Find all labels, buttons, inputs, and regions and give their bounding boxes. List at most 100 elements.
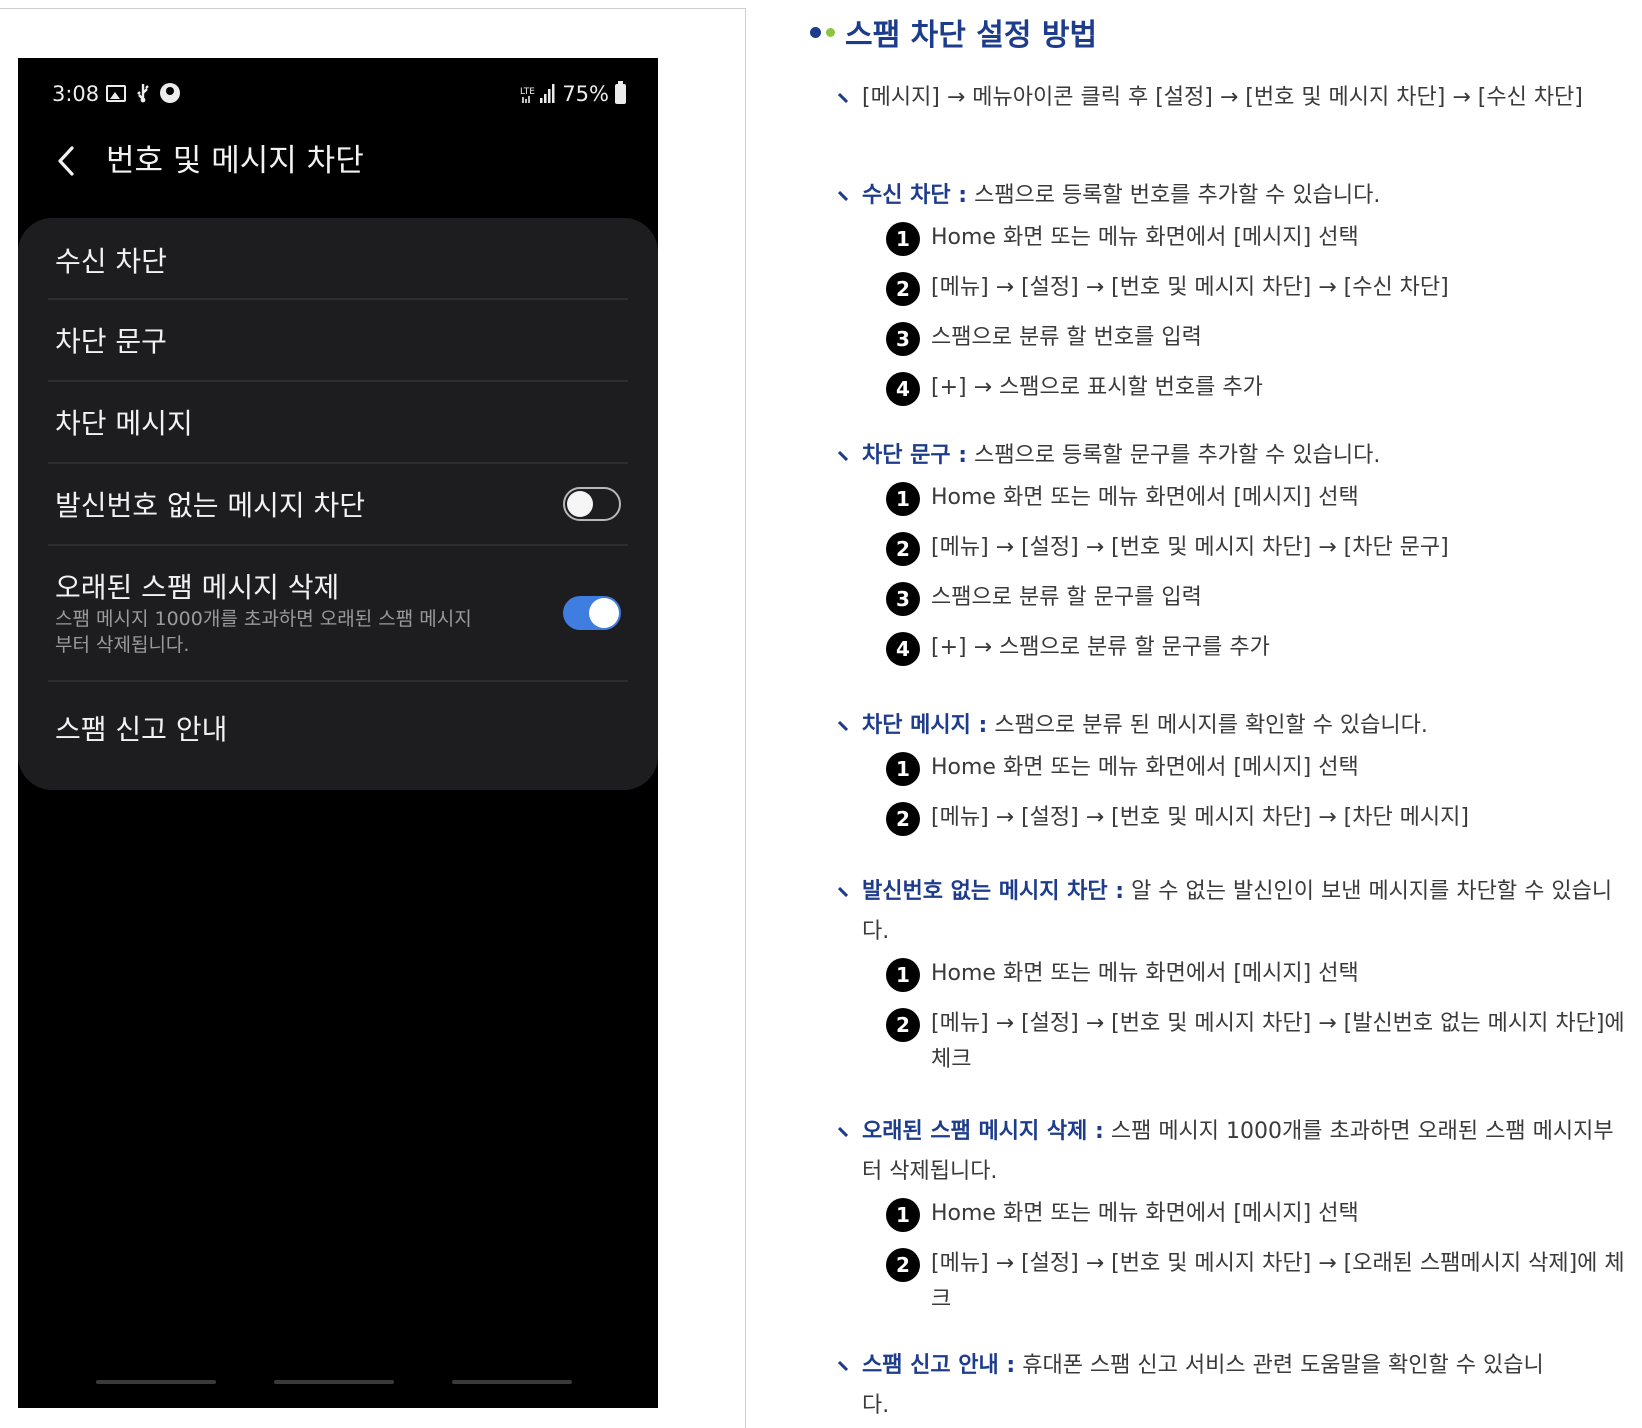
section-keyword: 차단 메시지 : xyxy=(862,713,988,738)
bullet-arrow-icon xyxy=(838,1361,848,1371)
nav-back-handle[interactable] xyxy=(452,1380,572,1384)
step-number-badge: 3 xyxy=(886,322,920,356)
info-icon xyxy=(160,83,180,103)
app-bar: 번호 및 메시지 차단 xyxy=(18,128,658,194)
step-item: 4 [+] → 스팸으로 분류 할 문구를 추가 xyxy=(886,630,1626,670)
usb-icon xyxy=(137,84,149,103)
section-description: 스팸으로 등록할 번호를 추가할 수 있습니다. xyxy=(974,183,1381,208)
setting-row-incoming-block[interactable]: 수신 차단 xyxy=(18,218,658,298)
step-item: 2 [메뉴] → [설정] → [번호 및 메시지 차단] → [오래된 스팸메시… xyxy=(886,1246,1626,1322)
bullet-arrow-icon xyxy=(838,93,848,103)
step-text: Home 화면 또는 메뉴 화면에서 [메시지] 선택 xyxy=(931,485,1359,510)
toggle-delete-old-spam[interactable] xyxy=(563,596,621,630)
volte-signal-icon: LTE xyxy=(520,84,555,103)
setting-label: 수신 차단 xyxy=(55,245,167,278)
step-item: 3 스팸으로 분류 할 문구를 입력 xyxy=(886,580,1626,620)
svg-text:LTE: LTE xyxy=(520,87,535,97)
section-keyword: 차단 문구 : xyxy=(862,443,968,468)
status-icons-left xyxy=(106,83,180,103)
status-time: 3:08 xyxy=(52,82,100,106)
section-keyword: 수신 차단 : xyxy=(862,183,968,208)
section-description: 스팸으로 등록할 문구를 추가할 수 있습니다. xyxy=(974,443,1381,468)
dot-green xyxy=(826,27,835,37)
section-text: 스팸 신고 안내 : 휴대폰 스팸 신고 서비스 관련 도움말을 확인할 수 있… xyxy=(862,1346,1552,1426)
bullet-arrow-icon xyxy=(838,887,848,897)
section-keyword: 오래된 스팸 메시지 삭제 : xyxy=(862,1119,1104,1144)
step-text: [메뉴] → [설정] → [번호 및 메시지 차단] → [차단 메시지] xyxy=(931,805,1469,830)
step-number-badge: 1 xyxy=(886,222,920,256)
section-incoming-block: 수신 차단 : 스팸으로 등록할 번호를 추가할 수 있습니다. xyxy=(838,176,1638,216)
step-number-badge: 1 xyxy=(886,958,920,992)
navigation-bar xyxy=(18,1380,658,1386)
step-item: 2 [메뉴] → [설정] → [번호 및 메시지 차단] → [차단 메시지] xyxy=(886,800,1626,840)
bullet-arrow-icon xyxy=(838,191,848,201)
step-text: [메뉴] → [설정] → [번호 및 메시지 차단] → [오래된 스팸메시지… xyxy=(931,1251,1625,1312)
setting-label: 차단 문구 xyxy=(55,325,167,358)
setting-label: 차단 메시지 xyxy=(55,407,193,440)
battery-icon xyxy=(615,81,626,104)
setting-row-delete-old-spam[interactable]: 오래된 스팸 메시지 삭제 스팸 메시지 1000개를 초과하면 오래된 스팸 … xyxy=(18,546,658,680)
step-number-badge: 2 xyxy=(886,532,920,566)
section-blocked-messages: 차단 메시지 : 스팸으로 분류 된 메시지를 확인할 수 있습니다. xyxy=(838,706,1638,746)
step-text: [+] → 스팸으로 표시할 번호를 추가 xyxy=(931,375,1263,400)
step-text: Home 화면 또는 메뉴 화면에서 [메시지] 선택 xyxy=(931,961,1359,986)
step-item: 2 [메뉴] → [설정] → [번호 및 메시지 차단] → [발신번호 없는 … xyxy=(886,1006,1626,1082)
step-item: 1 Home 화면 또는 메뉴 화면에서 [메시지] 선택 xyxy=(886,220,1626,260)
step-text: 스팸으로 분류 할 번호를 입력 xyxy=(931,325,1202,350)
nav-home-handle[interactable] xyxy=(274,1380,394,1384)
setting-description: 스팸 메시지 1000개를 초과하면 오래된 스팸 메시지부터 삭제됩니다. xyxy=(55,608,472,656)
frame-border-right xyxy=(745,8,746,1428)
step-text: Home 화면 또는 메뉴 화면에서 [메시지] 선택 xyxy=(931,755,1359,780)
step-number-badge: 2 xyxy=(886,272,920,306)
step-number-badge: 1 xyxy=(886,1198,920,1232)
section-spam-report-guide: 스팸 신고 안내 : 휴대폰 스팸 신고 서비스 관련 도움말을 확인할 수 있… xyxy=(838,1346,1638,1426)
step-text: Home 화면 또는 메뉴 화면에서 [메시지] 선택 xyxy=(931,225,1359,250)
step-item: 1 Home 화면 또는 메뉴 화면에서 [메시지] 선택 xyxy=(886,956,1626,996)
section-text: 발신번호 없는 메시지 차단 : 알 수 없는 발신인이 보낸 메시지를 차단할… xyxy=(862,872,1632,952)
step-number-badge: 3 xyxy=(886,582,920,616)
step-item: 4 [+] → 스팸으로 표시할 번호를 추가 xyxy=(886,370,1626,410)
page-title: 번호 및 메시지 차단 xyxy=(106,143,364,179)
step-number-badge: 4 xyxy=(886,632,920,666)
setting-row-block-phrases[interactable]: 차단 문구 xyxy=(18,300,658,380)
toggle-knob xyxy=(589,598,619,628)
step-item: 1 Home 화면 또는 메뉴 화면에서 [메시지] 선택 xyxy=(886,480,1626,520)
setting-row-blocked-messages[interactable]: 차단 메시지 xyxy=(18,382,658,462)
toggle-block-unknown-sender[interactable] xyxy=(563,487,621,521)
bullet-item: [메시지] → 메뉴아이콘 클릭 후 [설정] → [번호 및 메시지 차단] … xyxy=(838,78,1638,158)
setting-row-block-unknown-sender[interactable]: 발신번호 없는 메시지 차단 xyxy=(18,464,658,544)
setting-label: 오래된 스팸 메시지 삭제 xyxy=(55,571,340,604)
step-text: 스팸으로 분류 할 문구를 입력 xyxy=(931,585,1202,610)
bullet-arrow-icon xyxy=(838,451,848,461)
chevron-left-icon[interactable] xyxy=(48,136,84,186)
setting-row-spam-report-guide[interactable]: 스팸 신고 안내 xyxy=(18,682,658,782)
section-text: 차단 메시지 : 스팸으로 분류 된 메시지를 확인할 수 있습니다. xyxy=(862,706,1632,746)
frame-border-top xyxy=(0,8,746,9)
setting-label: 스팸 신고 안내 xyxy=(55,713,228,746)
step-text: [+] → 스팸으로 분류 할 문구를 추가 xyxy=(931,635,1270,660)
section-block-phrases: 차단 문구 : 스팸으로 등록할 문구를 추가할 수 있습니다. xyxy=(838,436,1638,476)
page: 3:08 LTE 75% 번호 및 메시지 차단 수신 차단 차단 문구 차단 … xyxy=(0,0,1642,1428)
dot-blue xyxy=(810,26,821,38)
heading-dots-icon xyxy=(810,26,835,38)
doc-heading: 스팸 차단 설정 방법 xyxy=(810,12,1098,53)
battery-percent: 75% xyxy=(562,82,609,106)
toggle-knob xyxy=(567,491,593,517)
section-text: 차단 문구 : 스팸으로 등록할 문구를 추가할 수 있습니다. xyxy=(862,436,1632,476)
doc-title: 스팸 차단 설정 방법 xyxy=(845,18,1098,53)
step-item: 1 Home 화면 또는 메뉴 화면에서 [메시지] 선택 xyxy=(886,1196,1626,1236)
status-bar: 3:08 LTE 75% xyxy=(18,76,658,112)
step-item: 2 [메뉴] → [설정] → [번호 및 메시지 차단] → [수신 차단] xyxy=(886,270,1626,310)
nav-recents-handle[interactable] xyxy=(96,1380,216,1384)
step-text: [메뉴] → [설정] → [번호 및 메시지 차단] → [발신번호 없는 메… xyxy=(931,1011,1625,1072)
settings-card: 수신 차단 차단 문구 차단 메시지 발신번호 없는 메시지 차단 오래된 스팸… xyxy=(18,218,658,790)
section-delete-old-spam: 오래된 스팸 메시지 삭제 : 스팸 메시지 1000개를 초과하면 오래된 스… xyxy=(838,1112,1638,1192)
setting-label: 발신번호 없는 메시지 차단 xyxy=(55,489,366,522)
phone-screen: 3:08 LTE 75% 번호 및 메시지 차단 수신 차단 차단 문구 차단 … xyxy=(18,58,658,1408)
section-keyword: 스팸 신고 안내 : xyxy=(862,1353,1016,1378)
step-item: 3 스팸으로 분류 할 번호를 입력 xyxy=(886,320,1626,360)
section-keyword: 발신번호 없는 메시지 차단 : xyxy=(862,879,1125,904)
bullet-arrow-icon xyxy=(838,721,848,731)
step-number-badge: 1 xyxy=(886,482,920,516)
step-number-badge: 4 xyxy=(886,372,920,406)
